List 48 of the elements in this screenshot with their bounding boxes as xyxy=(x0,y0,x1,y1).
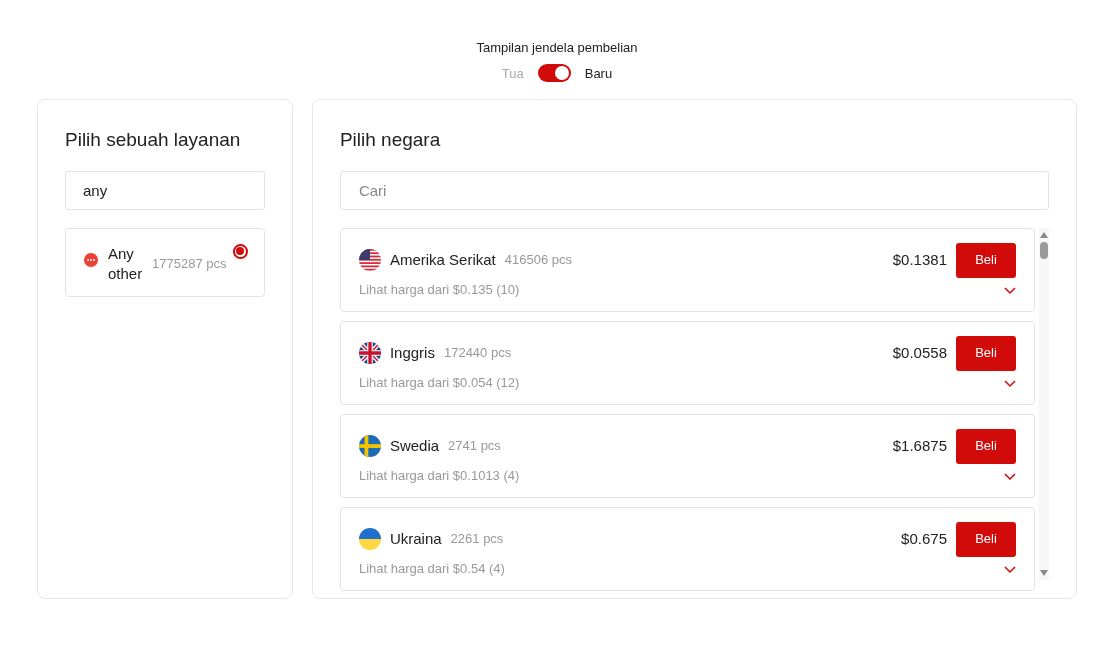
country-count: 416506 pcs xyxy=(504,251,572,270)
price-from-text: Lihat harga dari $0.054 (12) xyxy=(358,373,520,392)
country-count: 172440 pcs xyxy=(443,344,512,363)
country-name: Amerika Serikat xyxy=(389,249,496,270)
chevron-icon[interactable] xyxy=(1004,566,1016,575)
country-card[interactable]: Inggris 172440 pcs $0.0558 Beli Lihat harga dari $0.054 (12) xyxy=(339,320,1035,405)
price: $0.1381 xyxy=(892,249,947,270)
flag-icon xyxy=(358,342,381,364)
country-panel-title: Pilih negara xyxy=(339,128,442,152)
price-from-text: Lihat harga dari $0.54 (4) xyxy=(358,559,505,578)
buy-button[interactable]: Beli xyxy=(956,242,1016,278)
buy-button[interactable]: Beli xyxy=(956,335,1016,371)
country-name: Inggris xyxy=(389,342,435,363)
country-count: 2261 pcs xyxy=(450,530,504,549)
chevron-icon[interactable] xyxy=(1004,380,1016,389)
service-search-field[interactable]: any xyxy=(65,170,265,210)
country-card[interactable]: Ukraina 2261 pcs $0.675 Beli Lihat harga dari $0.54 (4) xyxy=(339,506,1035,591)
country-count: 2741 pcs xyxy=(448,437,501,456)
country-search-field[interactable]: Cari xyxy=(339,170,1049,210)
chevron-icon[interactable] xyxy=(1004,473,1016,482)
service-panel-title: Pilih sebuah layanan xyxy=(65,128,242,152)
service-count: 1775287 pcs xyxy=(152,254,227,273)
view-switch[interactable] xyxy=(537,64,571,83)
new-label: Baru xyxy=(584,64,613,83)
country-name: Swedia xyxy=(389,435,440,456)
radio-button[interactable] xyxy=(232,243,248,259)
scroll-up-icon[interactable] xyxy=(1040,231,1048,238)
buy-button[interactable]: Beli xyxy=(956,521,1016,557)
old-label: Tua xyxy=(501,64,524,83)
scrollbar[interactable] xyxy=(1039,227,1049,580)
buy-button[interactable]: Beli xyxy=(956,428,1016,464)
toggle-title: Tampilan jendela pembelian xyxy=(476,39,638,57)
country-card[interactable]: Swedia 2741 pcs $1.6875 Beli Lihat harga dari $0.1013 (4) xyxy=(339,413,1035,498)
price-from-text: Lihat harga dari $0.135 (10) xyxy=(358,280,520,299)
country-name: Ukraina xyxy=(389,528,442,549)
flag-icon xyxy=(358,435,381,457)
scroll-down-icon[interactable] xyxy=(1040,569,1048,576)
price: $1.6875 xyxy=(892,435,947,456)
price-from-text: Lihat harga dari $0.1013 (4) xyxy=(358,466,520,485)
flag-icon xyxy=(358,528,381,550)
flag-icon xyxy=(358,249,381,271)
service-name: Any other xyxy=(108,243,144,284)
country-card[interactable]: Amerika Serikat 416506 pcs $0.1381 Beli Lihat harga dari $0.135 (10) xyxy=(339,227,1035,312)
scroll-thumb[interactable] xyxy=(1040,241,1048,259)
more-icon xyxy=(84,252,98,267)
chevron-icon[interactable] xyxy=(1004,287,1016,296)
price: $0.0558 xyxy=(892,342,947,363)
price: $0.675 xyxy=(901,528,947,549)
